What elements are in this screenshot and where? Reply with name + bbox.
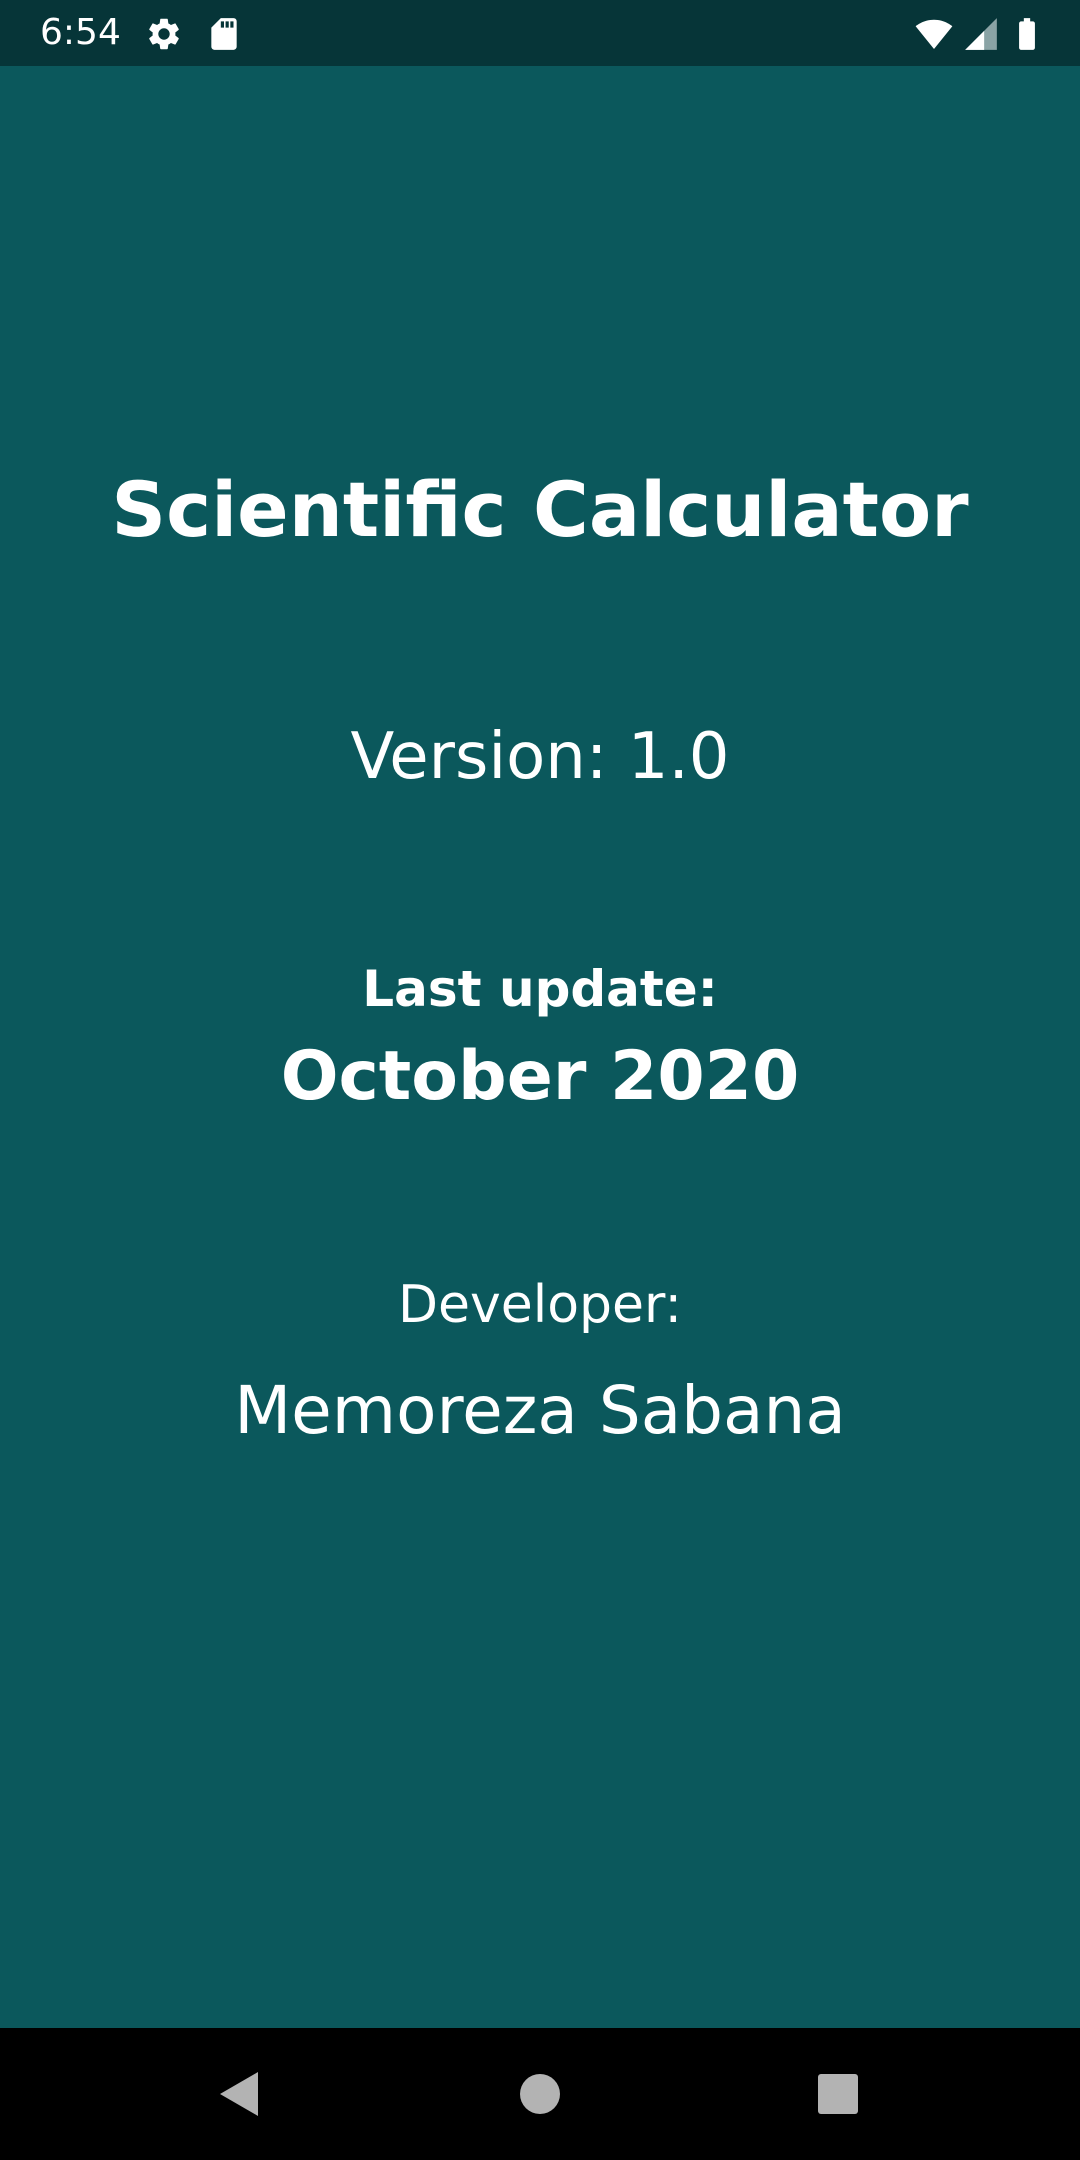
- status-bar: 6:54: [0, 0, 1080, 66]
- recents-icon[interactable]: [798, 2054, 878, 2134]
- last-update-value: October 2020: [280, 1037, 800, 1116]
- back-icon[interactable]: [200, 2054, 280, 2134]
- developer-label: Developer:: [397, 1275, 683, 1335]
- status-time: 6:54: [40, 12, 121, 53]
- sd-card-icon: [205, 15, 243, 53]
- navigation-bar: [0, 2028, 1080, 2160]
- developer-name: Memoreza Sabana: [234, 1372, 846, 1449]
- last-update-label: Last update:: [362, 960, 718, 1018]
- battery-icon: [1008, 15, 1046, 53]
- wifi-icon: [915, 15, 953, 53]
- app-title: Scientific Calculator: [111, 465, 969, 554]
- about-content: Scientific Calculator Version: 1.0 Last …: [0, 66, 1080, 2028]
- about-screen: 6:54 Scientific Calculator Version: 1.0 …: [0, 0, 1080, 2160]
- home-icon[interactable]: [500, 2054, 580, 2134]
- version-text: Version: 1.0: [350, 720, 730, 794]
- gear-icon: [145, 15, 183, 53]
- signal-icon: [962, 15, 1000, 53]
